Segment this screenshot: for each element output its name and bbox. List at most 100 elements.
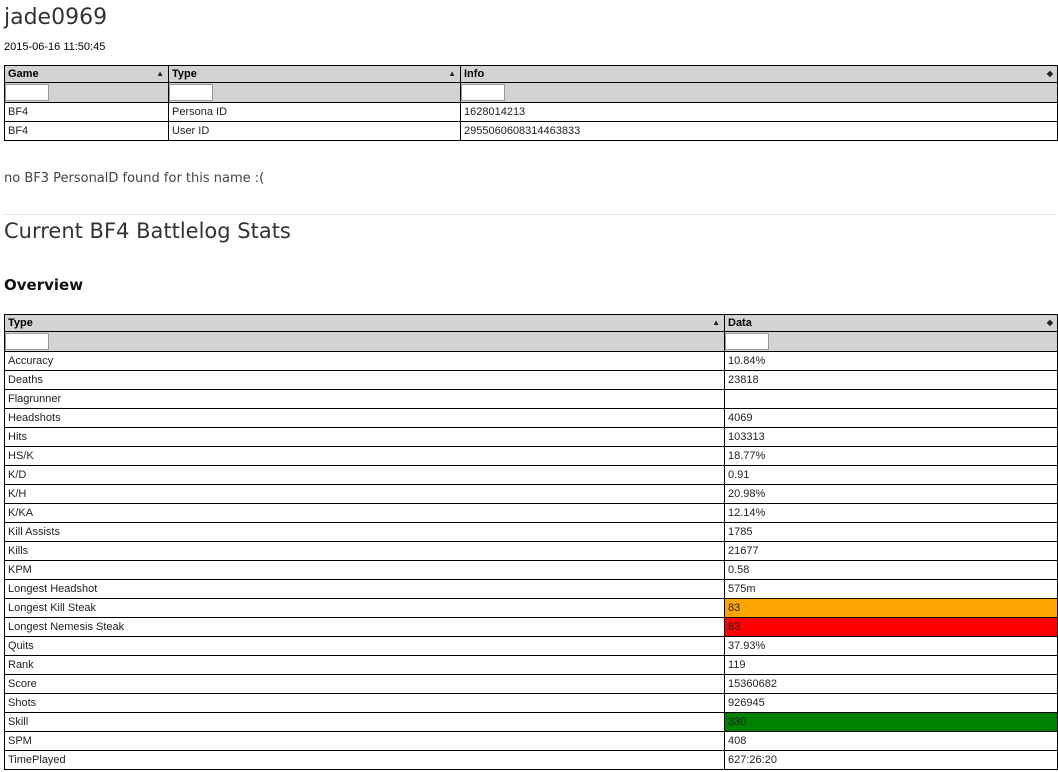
overview-header-row: Type ▲ Data ◆ (4, 314, 1058, 332)
stat-value-cell: 23818 (724, 370, 1058, 390)
table-row: Flagrunner (4, 389, 1058, 409)
filter-cell (724, 331, 1058, 352)
stat-type-cell: Kill Assists (4, 522, 725, 542)
ids-table-body: BF4 Persona ID 1628014213 BF4 User ID 2955060… (4, 102, 1058, 141)
stat-value-cell: 926945 (724, 693, 1058, 713)
filter-type-input[interactable] (169, 84, 213, 101)
sort-both-icon[interactable]: ◆ (1047, 316, 1053, 331)
table-row: BF4 Persona ID 1628014213 (4, 102, 1058, 122)
stat-type-cell: Accuracy (4, 351, 725, 371)
ids-filter-row (4, 82, 1058, 103)
stat-type-cell: Longest Kill Steak (4, 598, 725, 618)
stat-value-cell: 18.77% (724, 446, 1058, 466)
stat-type-cell: Score (4, 674, 725, 694)
table-cell: BF4 (4, 102, 169, 122)
column-header-type[interactable]: Type ▲ (168, 65, 461, 83)
stat-value-cell: 119 (724, 655, 1058, 675)
stat-value-cell: 83 (724, 598, 1058, 618)
filter-cell (4, 331, 725, 352)
table-row: Score 15360682 (4, 674, 1058, 694)
stat-type-cell: Longest Nemesis Steak (4, 617, 725, 637)
table-row: Skill 330 (4, 712, 1058, 732)
stat-type-cell: SPM (4, 731, 725, 751)
stat-value-cell: 1785 (724, 522, 1058, 542)
stat-value-cell: 37.93% (724, 636, 1058, 656)
stat-type-cell: K/D (4, 465, 725, 485)
table-row: Rank 119 (4, 655, 1058, 675)
stat-value-cell (724, 389, 1058, 409)
table-cell: BF4 (4, 121, 169, 141)
filter-cell (168, 82, 461, 103)
stat-value-cell: 12.14% (724, 503, 1058, 523)
stat-type-cell: KPM (4, 560, 725, 580)
table-row: TimePlayed 627:26:20 (4, 750, 1058, 770)
filter-info-input[interactable] (461, 84, 505, 101)
table-cell: 2955060608314463833 (460, 121, 1058, 141)
sort-both-icon[interactable]: ◆ (1047, 67, 1053, 82)
table-row: Longest Kill Steak 83 (4, 598, 1058, 618)
stat-type-cell: Rank (4, 655, 725, 675)
column-header-data[interactable]: Data ◆ (724, 314, 1058, 332)
stat-type-cell: Quits (4, 636, 725, 656)
sort-asc-icon[interactable]: ▲ (448, 67, 456, 82)
stat-value-cell: 575m (724, 579, 1058, 599)
stat-type-cell: Headshots (4, 408, 725, 428)
table-row: Hits 103313 (4, 427, 1058, 447)
stat-type-cell: K/H (4, 484, 725, 504)
table-row: SPM 408 (4, 731, 1058, 751)
filter-game-input[interactable] (5, 84, 49, 101)
section-title: Current BF4 Battlelog Stats (4, 219, 291, 243)
table-row: Longest Headshot 575m (4, 579, 1058, 599)
stat-value-cell: 83 (724, 617, 1058, 637)
table-row: K/D 0.91 (4, 465, 1058, 485)
stat-value-cell: 4069 (724, 408, 1058, 428)
stat-value-cell: 103313 (724, 427, 1058, 447)
filter-data-input[interactable] (725, 333, 769, 350)
stat-type-cell: Hits (4, 427, 725, 447)
table-row: HS/K 18.77% (4, 446, 1058, 466)
stat-value-cell: 20.98% (724, 484, 1058, 504)
table-row: Quits 37.93% (4, 636, 1058, 656)
filter-cell (460, 82, 1058, 103)
table-row: Longest Nemesis Steak 83 (4, 617, 1058, 637)
overview-filter-row (4, 331, 1058, 352)
column-header-label: Game (8, 68, 39, 80)
stat-type-cell: Deaths (4, 370, 725, 390)
section-divider (4, 214, 1057, 215)
column-header-game[interactable]: Game ▲ (4, 65, 169, 83)
stat-type-cell: Skill (4, 712, 725, 732)
player-name: jade0969 (4, 5, 108, 30)
table-row: Headshots 4069 (4, 408, 1058, 428)
stat-type-cell: TimePlayed (4, 750, 725, 770)
bf3-notice: no BF3 PersonalD found for this name :( (4, 171, 265, 186)
column-header-label: Type (8, 317, 33, 329)
stat-value-cell: 15360682 (724, 674, 1058, 694)
overview-table-body: Accuracy 10.84% Deaths 23818 Flagrunner Heads… (4, 351, 1058, 770)
table-row: Kill Assists 1785 (4, 522, 1058, 542)
overview-table: Type ▲ Data ◆ Accuracy 10.84% Deaths 23818 Fla… (4, 314, 1058, 770)
stat-type-cell: Kills (4, 541, 725, 561)
overview-title: Overview (4, 276, 84, 294)
table-cell: User ID (168, 121, 461, 141)
ids-header-row: Game ▲ Type ▲ Info ◆ (4, 65, 1058, 83)
sort-asc-icon[interactable]: ▲ (156, 67, 164, 82)
stat-type-cell: K/KA (4, 503, 725, 523)
table-row: Kills 21677 (4, 541, 1058, 561)
table-row: BF4 User ID 2955060608314463833 (4, 121, 1058, 141)
column-header-label: Type (172, 68, 197, 80)
sort-asc-icon[interactable]: ▲ (712, 316, 720, 331)
stat-type-cell: Flagrunner (4, 389, 725, 409)
table-row: Shots 926945 (4, 693, 1058, 713)
table-cell: Persona ID (168, 102, 461, 122)
stat-type-cell: Shots (4, 693, 725, 713)
timestamp: 2015-06-16 11:50:45 (4, 41, 106, 53)
table-row: KPM 0.58 (4, 560, 1058, 580)
column-header-info[interactable]: Info ◆ (460, 65, 1058, 83)
filter-type-input[interactable] (5, 333, 49, 350)
column-header-label: Data (728, 317, 752, 329)
stat-value-cell: 330 (724, 712, 1058, 732)
column-header-type[interactable]: Type ▲ (4, 314, 725, 332)
table-row: K/H 20.98% (4, 484, 1058, 504)
stat-value-cell: 408 (724, 731, 1058, 751)
table-row: K/KA 12.14% (4, 503, 1058, 523)
